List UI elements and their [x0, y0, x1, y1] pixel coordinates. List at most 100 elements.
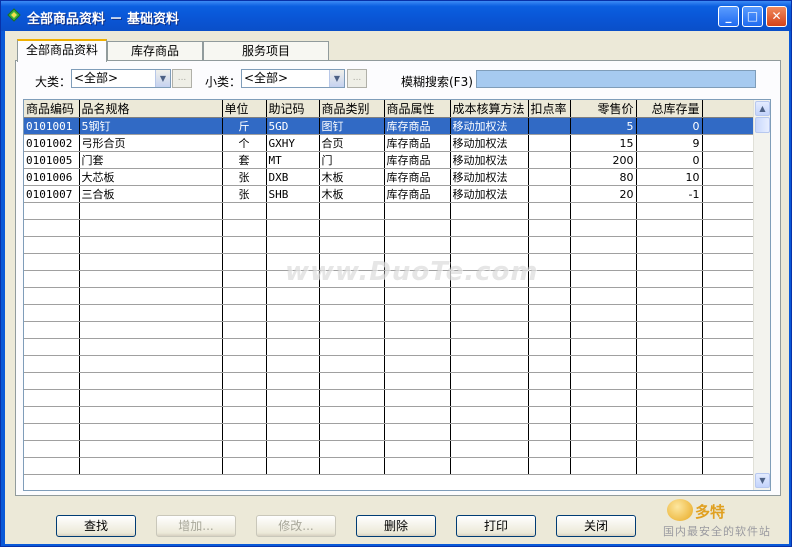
print-button[interactable]: 打印 [456, 515, 536, 537]
empty-row[interactable] [24, 253, 753, 271]
column-header[interactable]: 单位 [222, 100, 267, 118]
table-row[interactable]: 0101001 5钢钉斤 5GD 图钉 库存商品 移动加权法 5 0 [24, 117, 753, 135]
table-cell [266, 338, 320, 356]
table-cell [266, 304, 320, 322]
tab-all-products[interactable]: 全部商品资料 [17, 39, 107, 62]
empty-row[interactable] [24, 287, 753, 305]
table-row[interactable]: 0101005 门套套 MT 门库存商品 移动加权法 200 0 [24, 151, 753, 169]
table-cell: 木板 [319, 168, 385, 186]
empty-row[interactable] [24, 321, 753, 339]
table-cell [636, 423, 703, 441]
table-cell [79, 304, 223, 322]
tab-service-items[interactable]: 服务项目 [203, 41, 329, 61]
subcategory-browse-button[interactable]: ... [347, 69, 367, 88]
table-cell: 张 [222, 168, 267, 186]
table-cell [636, 304, 703, 322]
empty-row[interactable] [24, 219, 753, 237]
table-row[interactable]: 0101002 弓形合页个 GXHY 合页 库存商品 移动加权法 15 9 [24, 134, 753, 152]
grid-body: 0101001 5钢钉斤 5GD 图钉 库存商品 移动加权法 5 0 0101002 弓形合页个 G… [24, 117, 753, 475]
table-row[interactable]: 0101006 大芯板张 DXB 木板 库存商品 移动加权法 80 10 [24, 168, 753, 186]
table-cell [570, 440, 637, 458]
table-cell [384, 236, 451, 254]
empty-row[interactable] [24, 423, 753, 441]
subcategory-select[interactable]: <全部> ▼ [241, 69, 345, 88]
empty-row[interactable] [24, 389, 753, 407]
table-cell [319, 236, 385, 254]
column-header[interactable]: 助记码 [266, 100, 320, 118]
tab-stock-products[interactable]: 库存商品 [107, 41, 203, 61]
table-cell-filler [702, 440, 753, 458]
table-cell [450, 423, 529, 441]
empty-row[interactable] [24, 270, 753, 288]
minimize-button[interactable]: _ [718, 6, 739, 27]
empty-row[interactable] [24, 338, 753, 356]
category-select[interactable]: <全部> ▼ [71, 69, 171, 88]
column-header[interactable]: 商品类别 [319, 100, 385, 118]
table-cell [319, 270, 385, 288]
table-cell: 80 [570, 168, 637, 186]
table-cell [24, 287, 80, 305]
table-cell [570, 423, 637, 441]
table-cell: 斤 [222, 117, 267, 135]
table-cell-filler [702, 117, 753, 135]
close-button[interactable]: 关闭 [556, 515, 636, 537]
table-row[interactable]: 0101007 三合板张 SHB 木板 库存商品 移动加权法 20 -1 [24, 185, 753, 203]
column-header[interactable]: 品名规格 [79, 100, 223, 118]
table-cell [79, 202, 223, 220]
delete-button[interactable]: 删除 [356, 515, 436, 537]
table-cell [222, 423, 267, 441]
scroll-down-icon[interactable]: ▼ [755, 473, 770, 488]
product-grid[interactable]: 商品编码 品名规格 单位 助记码 商品类别 商品属性 成本核算方法 扣点率 零售… [23, 99, 771, 491]
close-window-button[interactable]: ✕ [766, 6, 787, 27]
empty-row[interactable] [24, 355, 753, 373]
table-cell: SHB [266, 185, 320, 203]
column-header[interactable]: 总库存量 [636, 100, 703, 118]
table-cell: 三合板 [79, 185, 223, 203]
chevron-down-icon[interactable]: ▼ [155, 70, 170, 87]
column-header[interactable]: 零售价 [570, 100, 637, 118]
empty-row[interactable] [24, 372, 753, 390]
find-button[interactable]: 查找 [56, 515, 136, 537]
empty-row[interactable] [24, 457, 753, 475]
empty-row[interactable] [24, 202, 753, 220]
table-cell: 15 [570, 134, 637, 152]
table-cell [450, 338, 529, 356]
table-cell: 0101007 [24, 185, 80, 203]
table-cell [450, 287, 529, 305]
add-button[interactable]: 增加... [156, 515, 236, 537]
category-browse-button[interactable]: ... [172, 69, 192, 88]
corner-logo-tagline: 国内最安全的软件站 [663, 525, 771, 538]
table-cell [319, 355, 385, 373]
globe-icon [667, 499, 693, 521]
table-cell [222, 236, 267, 254]
column-header[interactable]: 商品编码 [24, 100, 80, 118]
table-cell [570, 253, 637, 271]
table-cell [528, 117, 571, 135]
maximize-button[interactable]: □ [742, 6, 763, 27]
vertical-scrollbar[interactable]: ▲ ▼ [753, 100, 770, 490]
edit-button[interactable]: 修改... [256, 515, 336, 537]
table-cell [636, 287, 703, 305]
table-cell: 20 [570, 185, 637, 203]
chevron-down-icon[interactable]: ▼ [329, 70, 344, 87]
scrollbar-thumb[interactable] [755, 117, 770, 133]
table-cell [79, 355, 223, 373]
search-input[interactable] [476, 70, 756, 88]
table-cell [450, 389, 529, 407]
column-header[interactable]: 扣点率 [528, 100, 571, 118]
table-cell: 套 [222, 151, 267, 169]
title-bar[interactable]: 全部商品资料 － 基础资料 _ □ ✕ [1, 1, 791, 31]
empty-row[interactable] [24, 236, 753, 254]
table-cell: 5 [570, 117, 637, 135]
table-cell [570, 202, 637, 220]
empty-row[interactable] [24, 440, 753, 458]
table-cell [24, 304, 80, 322]
column-header[interactable]: 商品属性 [384, 100, 451, 118]
empty-row[interactable] [24, 406, 753, 424]
scroll-up-icon[interactable]: ▲ [755, 101, 770, 116]
table-cell: 库存商品 [384, 185, 451, 203]
empty-row[interactable] [24, 304, 753, 322]
column-header[interactable]: 成本核算方法 [450, 100, 529, 118]
table-cell: MT [266, 151, 320, 169]
table-cell [266, 423, 320, 441]
